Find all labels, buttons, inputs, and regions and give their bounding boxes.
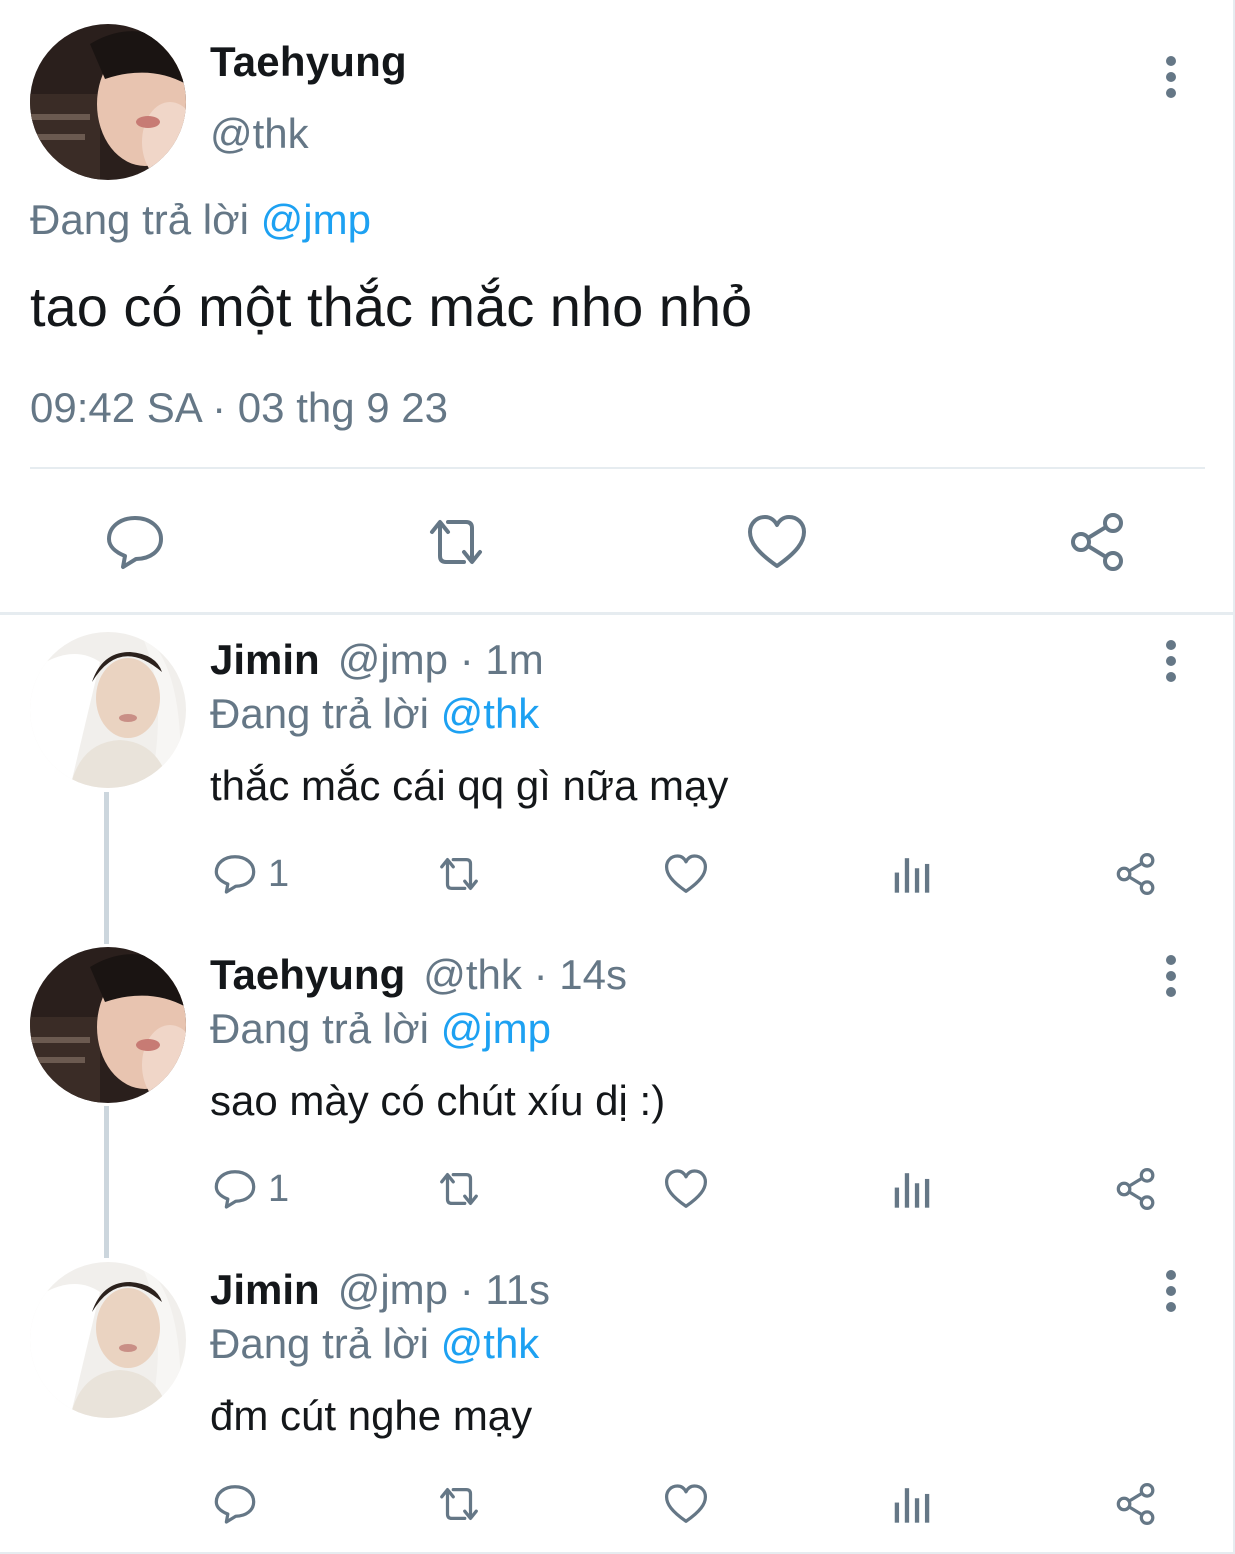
reply-text: đm cút nghe mạy: [210, 1392, 533, 1439]
share-icon[interactable]: [1114, 1166, 1160, 1212]
reply-button[interactable]: [212, 1481, 258, 1527]
replying-to: Đang trả lời @thk: [210, 1320, 539, 1368]
more-options-icon[interactable]: [1161, 1270, 1181, 1314]
reply-text: thắc mắc cái qq gì nữa mạy: [210, 762, 729, 809]
author-name[interactable]: Taehyung: [210, 951, 405, 998]
author-handle[interactable]: @thk: [210, 110, 309, 158]
author-name[interactable]: Taehyung: [210, 38, 407, 86]
avatar-jimin[interactable]: [30, 632, 186, 788]
like-icon[interactable]: [663, 1166, 709, 1212]
share-icon[interactable]: [1067, 510, 1131, 574]
author-name[interactable]: Jimin: [210, 636, 320, 683]
retweet-icon[interactable]: [436, 1481, 482, 1527]
avatar-taehyung[interactable]: [30, 947, 186, 1103]
tweet-text: tao có một thắc mắc nho nhỏ: [30, 275, 753, 338]
replying-to-label: Đang trả lời: [210, 1005, 429, 1052]
replying-to-link[interactable]: @thk: [441, 690, 540, 737]
reply-time[interactable]: · 1m: [460, 636, 544, 683]
reply-count: 1: [268, 1167, 290, 1210]
like-icon[interactable]: [663, 1481, 709, 1527]
reply-time[interactable]: · 11s: [460, 1266, 550, 1313]
analytics-icon[interactable]: [889, 851, 935, 897]
retweet-icon[interactable]: [436, 851, 482, 897]
reply-time[interactable]: · 14s: [534, 951, 627, 998]
replying-to-label: Đang trả lời: [210, 690, 429, 737]
more-options-icon[interactable]: [1161, 56, 1181, 100]
analytics-icon[interactable]: [889, 1166, 935, 1212]
replying-to-link[interactable]: @jmp: [261, 196, 371, 243]
retweet-icon[interactable]: [436, 1166, 482, 1212]
share-icon[interactable]: [1114, 851, 1160, 897]
share-icon[interactable]: [1114, 1481, 1160, 1527]
divider: [30, 467, 1205, 469]
replying-to: Đang trả lời @jmp: [30, 196, 371, 244]
author-handle[interactable]: @jmp: [338, 1266, 448, 1313]
reply-button[interactable]: 1: [212, 851, 289, 897]
replying-to-label: Đang trả lời: [210, 1320, 429, 1367]
divider: [0, 612, 1235, 615]
replying-to-label: Đang trả lời: [30, 196, 249, 243]
like-icon[interactable]: [663, 851, 709, 897]
reply-icon[interactable]: [103, 510, 167, 574]
author-name[interactable]: Jimin: [210, 1266, 320, 1313]
analytics-icon[interactable]: [889, 1481, 935, 1527]
thread-line: [104, 1106, 109, 1258]
reply-count: 1: [268, 852, 290, 895]
thread-line: [104, 792, 109, 944]
replying-to-link[interactable]: @jmp: [441, 1005, 551, 1052]
reply-button[interactable]: 1: [212, 1166, 289, 1212]
avatar-taehyung[interactable]: [30, 24, 186, 180]
replying-to-link[interactable]: @thk: [441, 1320, 540, 1367]
reply-header: Jimin @jmp · 1m: [210, 636, 544, 684]
tweet-thread-page: Taehyung @thk Đang trả lời @jmp tao có m…: [0, 0, 1235, 1554]
replying-to: Đang trả lời @thk: [210, 690, 539, 738]
author-handle[interactable]: @jmp: [338, 636, 448, 683]
reply-icon: [214, 1170, 256, 1209]
reply-header: Taehyung @thk · 14s: [210, 951, 627, 999]
avatar-jimin[interactable]: [30, 1262, 186, 1418]
reply-text: sao mày có chút xíu dị :): [210, 1077, 666, 1124]
like-icon[interactable]: [745, 510, 809, 574]
replying-to: Đang trả lời @jmp: [210, 1005, 551, 1053]
reply-icon: [214, 855, 256, 894]
retweet-icon[interactable]: [424, 510, 488, 574]
more-options-icon[interactable]: [1161, 955, 1181, 999]
author-handle[interactable]: @thk: [423, 951, 522, 998]
tweet-timestamp[interactable]: 09:42 SA · 03 thg 9 23: [30, 384, 448, 432]
reply-header: Jimin @jmp · 11s: [210, 1266, 550, 1314]
more-options-icon[interactable]: [1161, 640, 1181, 684]
reply-icon: [214, 1485, 256, 1524]
